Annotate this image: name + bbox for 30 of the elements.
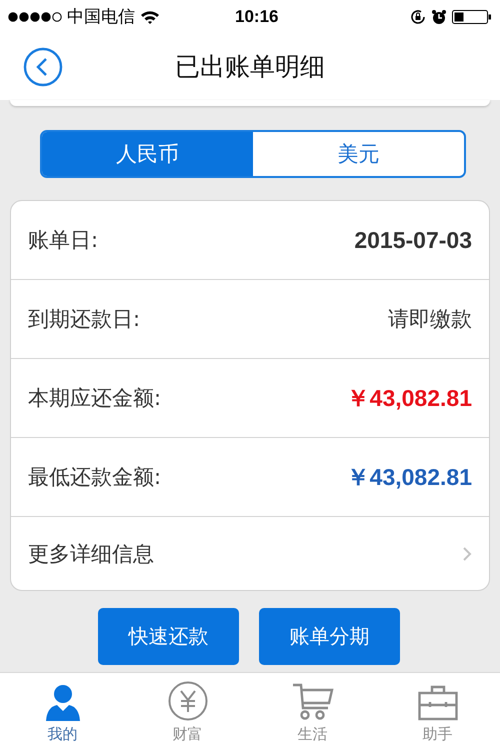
rotation-lock-icon	[410, 8, 426, 24]
currency-tab[interactable]: 美元	[253, 132, 464, 176]
tab-bar-item[interactable]: 生活	[250, 673, 375, 750]
tab-bar-item[interactable]: 我的	[0, 673, 125, 750]
tab-bar-item[interactable]: 助手	[375, 673, 500, 750]
carrier-name: 中国电信	[67, 6, 135, 28]
clock-time: 10:16	[235, 6, 278, 26]
currency-tab[interactable]: 人民币	[42, 132, 253, 176]
battery-icon	[452, 8, 492, 24]
row-value: 2015-07-03	[354, 226, 472, 254]
row-label: 更多详细信息	[28, 540, 154, 568]
row-value: ￥43,082.81	[346, 462, 472, 492]
back-button[interactable]	[23, 46, 63, 86]
page-title: 已出账单明细	[175, 51, 325, 83]
briefcase-icon	[418, 685, 458, 721]
wifi-icon	[140, 10, 160, 24]
person-icon	[46, 685, 80, 721]
row-value: ￥43,082.81	[346, 384, 472, 412]
yen-icon	[168, 681, 208, 721]
signal-icon	[8, 12, 62, 22]
row-label: 本期应还金额:	[28, 385, 162, 412]
tab-bar-item[interactable]: 财富	[125, 673, 250, 750]
cart-icon	[292, 683, 334, 721]
row-value: 请即缴款	[388, 306, 472, 333]
action-button[interactable]: 快速还款	[98, 608, 239, 665]
action-button[interactable]: 账单分期	[259, 608, 400, 665]
row-label: 最低还款金额:	[28, 464, 162, 491]
alarm-icon	[431, 8, 447, 24]
row-label: 到期还款日:	[28, 306, 140, 333]
row-label: 账单日:	[28, 227, 98, 254]
